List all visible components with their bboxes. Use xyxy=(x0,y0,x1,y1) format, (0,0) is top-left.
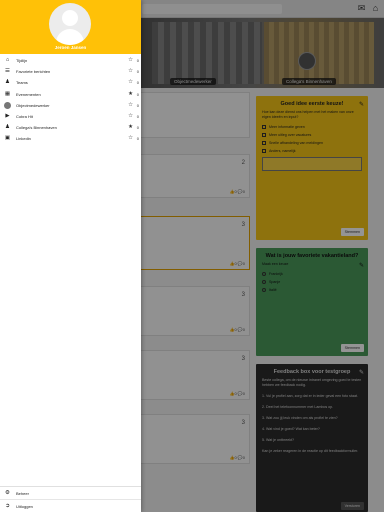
avatar-body-shape xyxy=(56,29,84,45)
star-outline-icon[interactable]: ☆ xyxy=(128,79,133,86)
menu-item-cobra-hit[interactable]: ▶ Cobra Hit ☆ 0 xyxy=(0,111,141,122)
user-name: Jeroen Jansen xyxy=(54,45,87,50)
team-icon: ♟ xyxy=(5,124,10,131)
menu-item-uitloggen[interactable]: ➲ Uitloggen xyxy=(0,500,141,512)
menu-item-count: 0 xyxy=(136,58,139,63)
star-outline-icon[interactable]: ☆ xyxy=(128,113,133,120)
star-filled-icon[interactable]: ★ xyxy=(128,91,133,98)
menu-item-count: 0 xyxy=(136,102,139,108)
logout-icon: ➲ xyxy=(5,502,10,509)
menu-item-tijdlijn[interactable]: ⌂ Tijdlijn ☆ 0 xyxy=(0,55,141,66)
menu-item-label: Tijdlijn xyxy=(16,58,28,64)
menu-item-count: 0 xyxy=(136,113,139,119)
menu-item-label: Evenementen xyxy=(16,91,41,97)
menu-item-label: Favoriete berichten xyxy=(16,69,51,75)
menu-item-label: Collega's Binnenhaven xyxy=(16,125,57,131)
menu-item-favoriete-berichten[interactable]: ☰ Favoriete berichten ☆ 0 xyxy=(0,66,141,77)
menu-item-count: 0 xyxy=(136,125,139,131)
avatar-head-shape xyxy=(62,10,78,26)
list-icon: ☰ xyxy=(5,68,10,75)
drawer-header: Jeroen Jansen xyxy=(0,0,141,54)
menu-item-objectmedewerker[interactable]: Objectmedewerker ☆ 0 xyxy=(0,100,141,111)
star-filled-icon[interactable]: ★ xyxy=(128,124,133,131)
menu-item-label: Objectmedewerker xyxy=(16,102,50,108)
menu-item-label: Uitloggen xyxy=(16,503,33,509)
team-icon: ♟ xyxy=(5,79,10,86)
menu-item-teams[interactable]: ♟ Teams ☆ 0 xyxy=(0,77,141,88)
menu-item-linkedin[interactable]: ▣ Linkedin ☆ 0 xyxy=(0,133,141,144)
avatar-thumb-icon xyxy=(4,101,11,109)
calendar-icon: ▦ xyxy=(4,90,11,97)
menu-item-label: Beheer xyxy=(16,490,29,496)
star-outline-icon[interactable]: ☆ xyxy=(128,68,133,75)
video-icon: ▶ xyxy=(5,113,10,120)
menu-item-count: 0 xyxy=(136,91,139,97)
home-icon: ⌂ xyxy=(5,57,10,64)
linkedin-icon: ▣ xyxy=(4,135,11,142)
menu-item-label: Linkedin xyxy=(16,136,31,142)
navigation-drawer: Jeroen Jansen ⌂ Tijdlijn ☆ 0 ☰ Favoriete… xyxy=(0,0,141,512)
menu-item-evenementen[interactable]: ▦ Evenementen ★ 0 xyxy=(0,89,141,100)
drawer-menu: ⌂ Tijdlijn ☆ 0 ☰ Favoriete berichten ☆ 0… xyxy=(0,55,141,145)
menu-item-count: 0 xyxy=(136,136,139,142)
menu-item-label: Cobra Hit xyxy=(16,114,33,120)
user-avatar[interactable] xyxy=(49,3,91,45)
drawer-footer: ⚙ Beheer ➲ Uitloggen xyxy=(0,486,141,512)
menu-item-collegas-binnenhaven[interactable]: ♟ Collega's Binnenhaven ★ 0 xyxy=(0,122,141,133)
star-outline-icon[interactable]: ☆ xyxy=(128,102,133,109)
menu-item-count: 0 xyxy=(136,80,139,86)
menu-item-label: Teams xyxy=(16,80,28,86)
star-outline-icon[interactable]: ☆ xyxy=(128,135,133,142)
gear-icon: ⚙ xyxy=(5,489,10,496)
star-outline-icon[interactable]: ☆ xyxy=(128,57,133,64)
menu-item-count: 0 xyxy=(136,69,139,75)
menu-item-beheer[interactable]: ⚙ Beheer xyxy=(0,487,141,499)
